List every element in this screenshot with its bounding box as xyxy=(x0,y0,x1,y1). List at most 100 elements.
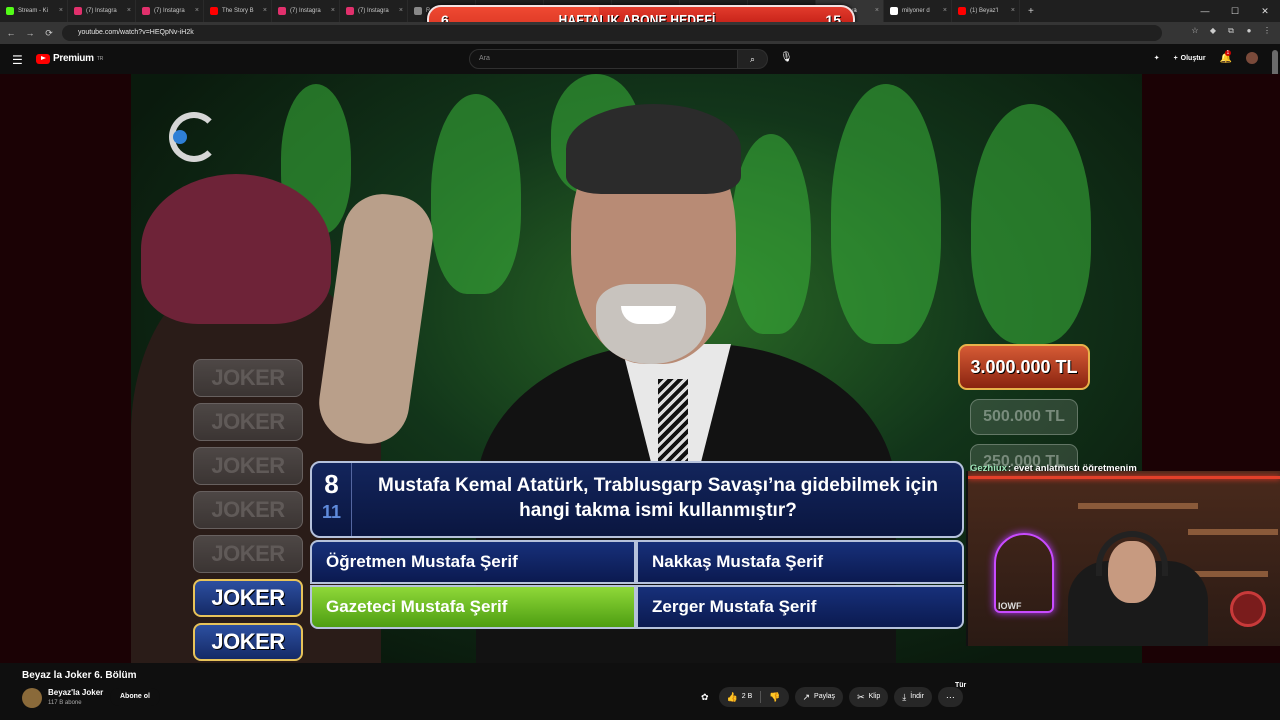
tab-close-icon[interactable]: × xyxy=(263,7,267,14)
channel-name[interactable]: Beyaz'la Joker xyxy=(48,688,103,697)
question-counter: 8 11 xyxy=(312,463,352,536)
bookmark-icon[interactable]: ☆ xyxy=(1190,26,1200,38)
logo-text: Premium xyxy=(53,53,94,64)
tab-close-icon[interactable]: × xyxy=(875,7,879,14)
question-total: 11 xyxy=(321,502,342,522)
youtube-logo[interactable]: Premium TR xyxy=(36,53,103,64)
question-number: 8 xyxy=(324,469,339,499)
tab-favicon-icon xyxy=(210,7,218,15)
youtube-play-icon xyxy=(36,53,50,64)
new-tab-button[interactable]: + xyxy=(1020,6,1042,17)
download-icon: ⤓ xyxy=(902,692,907,702)
browser-toolbar: ← → ⟳ youtube.com/watch?v=HEQpNv-iH2k ☆ … xyxy=(0,22,1280,44)
streamer-webcam: IOWF xyxy=(966,471,1280,646)
tab-favicon-icon xyxy=(958,7,966,15)
contestant-hat xyxy=(141,174,331,324)
joker-column: JOKER JOKER JOKER JOKER JOKER JOKER JOKER xyxy=(193,359,303,667)
header-right: ✦ + Oluştur 🔔 1 xyxy=(1154,49,1258,64)
search-placeholder: Ara xyxy=(479,55,490,62)
address-bar[interactable]: youtube.com/watch?v=HEQpNv-iH2k xyxy=(62,25,1162,41)
account-avatar[interactable] xyxy=(1246,52,1258,64)
subscriber-count: 117 B abone xyxy=(48,700,82,706)
cast-icon[interactable]: ✦ xyxy=(1154,54,1160,62)
wall-clock xyxy=(1230,591,1266,627)
video-info: Beyaz la Joker 6. Bölüm Beyaz'la Joker 1… xyxy=(0,663,966,720)
browser-tab[interactable]: (7) Instagra × xyxy=(272,0,340,22)
clip-button[interactable]: ✂ Klip xyxy=(849,687,889,707)
minimize-icon[interactable]: — xyxy=(1190,0,1220,22)
answer-d: Zerger Mustafa Şerif xyxy=(636,585,964,629)
tab-close-icon[interactable]: × xyxy=(943,7,947,14)
video-title: Beyaz la Joker 6. Bölüm xyxy=(22,670,137,681)
back-icon[interactable]: ← xyxy=(3,28,19,38)
puzzle-icon[interactable]: ⧉ xyxy=(1226,26,1236,38)
thumbs-down-icon[interactable]: 👎 xyxy=(769,687,780,707)
tab-label: (7) Instagra xyxy=(154,8,185,14)
prize-level: 500.000 TL xyxy=(970,399,1078,435)
microphone-icon[interactable]: 🎙 xyxy=(780,52,793,63)
browser-tab[interactable]: (7) Instagra × xyxy=(136,0,204,22)
hamburger-menu-icon[interactable]: ☰ xyxy=(12,53,23,67)
tab-close-icon[interactable]: × xyxy=(399,7,403,14)
search-button[interactable]: ⌕ xyxy=(737,49,768,69)
search-input[interactable]: Ara xyxy=(469,49,738,69)
tv-channel-logo xyxy=(169,112,219,162)
clip-label: Klip xyxy=(868,693,881,700)
tab-favicon-icon xyxy=(142,7,150,15)
tab-label: milyoner d xyxy=(902,8,930,14)
browser-tab[interactable]: Stream - Ki × xyxy=(0,0,68,22)
tab-favicon-icon xyxy=(74,7,82,15)
logo-country: TR xyxy=(96,55,104,62)
question-text: Mustafa Kemal Atatürk, Trablusgarp Savaş… xyxy=(378,475,938,521)
joker-lifeline-used: JOKER xyxy=(193,403,303,441)
joker-lifeline-used: JOKER xyxy=(193,535,303,573)
create-label: Oluştur xyxy=(1180,54,1206,62)
maximize-icon[interactable]: ☐ xyxy=(1220,0,1250,22)
tab-label: Stream - Ki xyxy=(18,8,49,14)
current-prize: 3.000.000 TL xyxy=(958,344,1090,390)
create-button[interactable]: + Oluştur xyxy=(1174,55,1206,62)
tab-label: (7) Instagra xyxy=(358,8,389,14)
like-button[interactable]: 👍 2 B 👎 xyxy=(718,687,789,707)
notifications-button[interactable]: 🔔 1 xyxy=(1220,49,1232,64)
download-button[interactable]: ⤓ İndir xyxy=(894,687,932,707)
reload-icon[interactable]: ⟳ xyxy=(41,28,57,39)
window-controls: — ☐ ✕ xyxy=(1190,0,1280,22)
browser-tab[interactable]: (1) Beyaz'l × xyxy=(952,0,1020,22)
close-window-icon[interactable]: ✕ xyxy=(1250,0,1280,22)
channel-avatar[interactable] xyxy=(22,688,42,708)
joker-lifeline-used: JOKER xyxy=(193,359,303,397)
browser-tab[interactable]: (7) Instagra × xyxy=(68,0,136,22)
language-hint: Tür xyxy=(955,682,967,689)
download-label: İndir xyxy=(910,693,924,700)
tab-close-icon[interactable]: × xyxy=(127,7,131,14)
tab-close-icon[interactable]: × xyxy=(195,7,199,14)
membership-icon[interactable]: ✿ xyxy=(697,687,713,707)
more-actions-button[interactable]: ⋯ xyxy=(937,687,963,707)
profile-icon[interactable]: ● xyxy=(1244,26,1254,38)
tab-label: (1) Beyaz'l xyxy=(970,8,999,14)
menu-dots-icon[interactable]: ⋮ xyxy=(1262,26,1272,38)
browser-tab[interactable]: The Story B × xyxy=(204,0,272,22)
tab-close-icon[interactable]: × xyxy=(59,7,63,14)
tab-close-icon[interactable]: × xyxy=(1011,7,1015,14)
subscribe-button[interactable]: Abone ol xyxy=(110,688,160,706)
forward-icon[interactable]: → xyxy=(22,28,38,38)
tab-close-icon[interactable]: × xyxy=(331,7,335,14)
scissors-icon: ✂ xyxy=(857,692,865,702)
browser-tab[interactable]: (7) Instagra × xyxy=(340,0,408,22)
tab-favicon-icon xyxy=(890,7,898,15)
extension-icon[interactable]: ◆ xyxy=(1208,26,1218,38)
notification-badge: 1 xyxy=(1224,49,1232,56)
tab-label: (7) Instagra xyxy=(86,8,117,14)
tab-label: (7) Instagra xyxy=(290,8,321,14)
plus-icon: + xyxy=(1173,54,1178,62)
answer-c: Gazeteci Mustafa Şerif xyxy=(310,585,636,629)
share-button[interactable]: ↗ Paylaş xyxy=(794,687,844,707)
browser-tab[interactable]: milyoner d × xyxy=(884,0,952,22)
neon-sign-text: IOWF xyxy=(998,601,1022,611)
share-icon: ↗ xyxy=(802,692,811,702)
joker-lifeline-available: JOKER xyxy=(193,623,303,661)
more-dots-icon: ⋯ xyxy=(945,692,955,702)
tab-favicon-icon xyxy=(346,7,354,15)
